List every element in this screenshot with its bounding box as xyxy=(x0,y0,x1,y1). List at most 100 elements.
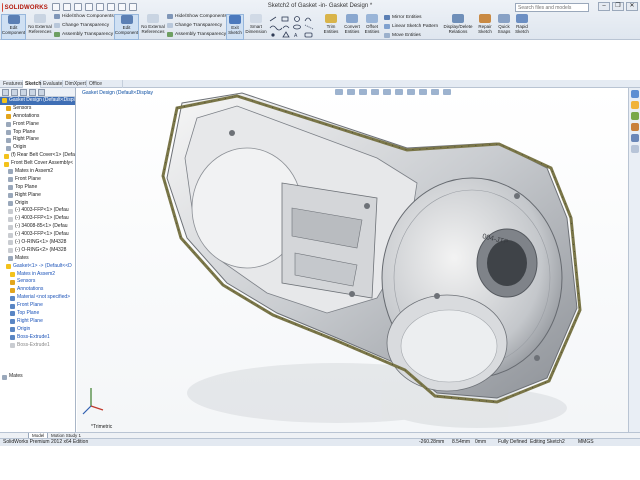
tree-item[interactable]: Front Plane xyxy=(0,176,75,184)
edition-text: SolidWorks Premium 2012 x64 Edition xyxy=(3,439,89,445)
feature-tree: Gasket Design (Default<Display Sensors Ann… xyxy=(0,97,75,381)
property-manager-icon[interactable] xyxy=(11,89,18,96)
tree-item[interactable]: Right Plane xyxy=(0,192,75,200)
tree-item[interactable]: Sensors xyxy=(0,105,75,113)
close-button[interactable]: ✕ xyxy=(626,2,638,11)
tree-item[interactable]: Boss-Extrude1 xyxy=(0,342,75,350)
tree-node-icon xyxy=(6,264,11,270)
feature-tree-icon[interactable] xyxy=(2,89,9,96)
assembly-transparency-button[interactable]: Assembly Transparency xyxy=(54,32,113,37)
move-entities-button[interactable]: Move Entities xyxy=(384,33,421,38)
tree-item[interactable]: Gasket<1> -> (Default<<D xyxy=(0,263,75,271)
tree-item[interactable]: Mates in Assem2 xyxy=(0,271,75,279)
tab-evaluate[interactable]: Evaluate xyxy=(41,80,63,88)
move-icon xyxy=(384,33,390,38)
dimxpert-manager-icon[interactable] xyxy=(29,89,36,96)
offset-entities-button[interactable]: Offset Entities xyxy=(362,14,382,40)
rapid-sketch-button[interactable]: Rapid Sketch xyxy=(513,14,531,40)
tree-item[interactable]: (-) 4003-FFP<1> (Defau xyxy=(0,215,75,223)
tree-item[interactable]: Annotations xyxy=(0,286,75,294)
tree-node-icon xyxy=(8,201,13,207)
tree-item[interactable]: Top Plane xyxy=(0,184,75,192)
quick-snaps-button[interactable]: Quick Snaps xyxy=(495,14,513,40)
change-transparency-button[interactable]: Change Transparency xyxy=(54,23,109,28)
tree-item-label: Top Plane xyxy=(13,128,36,135)
custom-properties-icon[interactable] xyxy=(630,145,639,153)
tree-node-icon xyxy=(8,240,13,246)
no-external-references-icon xyxy=(147,14,159,23)
linear-sketch-pattern-button[interactable]: Linear Sketch Pattern xyxy=(384,24,438,29)
edit-component-icon xyxy=(120,15,133,24)
trim-entities-button[interactable]: Trim Entities xyxy=(321,14,341,40)
display-manager-icon[interactable] xyxy=(38,89,45,96)
tree-item[interactable]: Right Plane xyxy=(0,318,75,326)
tree-item[interactable]: (-) 4003-FFP<1> (Defau xyxy=(0,207,75,215)
tree-item[interactable]: Mates xyxy=(0,373,75,381)
tree-item[interactable]: Origin xyxy=(0,326,75,334)
tree-item[interactable]: Gasket Design (Default<Display xyxy=(0,97,75,105)
tab-dimxpert[interactable]: DimXpert xyxy=(63,80,87,88)
tree-item-label: Mates xyxy=(9,373,23,380)
edit-component-button-2[interactable]: Edit Component xyxy=(114,14,139,40)
restore-button[interactable]: ❐ xyxy=(612,2,624,11)
tree-item[interactable] xyxy=(0,357,75,365)
z-coordinate: 0mm xyxy=(475,439,487,445)
minimize-button[interactable]: – xyxy=(598,2,610,11)
tree-item-label: (-) 4003-FFP<1> (Defau xyxy=(15,207,69,214)
no-external-references-button-2[interactable]: No External References xyxy=(141,14,165,40)
configuration-manager-icon[interactable] xyxy=(20,89,27,96)
tab-office-products[interactable]: Office Products xyxy=(87,80,123,95)
tree-item[interactable]: Material <not specified> xyxy=(0,294,75,302)
tree-item[interactable] xyxy=(0,350,75,358)
tree-node-icon xyxy=(8,224,13,230)
view-palette-icon[interactable] xyxy=(630,123,639,131)
tree-item[interactable]: Mates in Assem2 xyxy=(0,168,75,176)
tree-item[interactable]: Front Belt Cover Assembly< xyxy=(0,160,75,168)
tree-item[interactable]: (-) 34008-85<1> (Defau xyxy=(0,223,75,231)
tree-item[interactable]: Right Plane xyxy=(0,136,75,144)
tree-item[interactable]: Annotations xyxy=(0,113,75,121)
tree-item[interactable]: Origin xyxy=(0,200,75,208)
mirror-entities-button[interactable]: Mirror Entities xyxy=(384,15,422,20)
tree-item-label: Annotations xyxy=(17,286,44,293)
edit-component-button[interactable]: Edit Component xyxy=(1,14,26,40)
hide-show-components-button[interactable]: Hide/Show Components xyxy=(54,14,114,19)
repair-sketch-button[interactable]: Repair Sketch xyxy=(476,14,494,40)
appearances-icon[interactable] xyxy=(630,134,639,142)
tree-item-label: (-) O-RING<1> (M4328 xyxy=(15,239,67,246)
tree-item[interactable] xyxy=(0,365,75,373)
tree-item[interactable]: (f) Rear Belt Cover<1> (Defa xyxy=(0,152,75,160)
exit-sketch-button[interactable]: Exit Sketch xyxy=(226,14,244,40)
tree-item[interactable]: Boss-Extrude1 xyxy=(0,334,75,342)
hide-show-components-button-2[interactable]: Hide/Show Components xyxy=(167,14,227,19)
tree-item[interactable]: Sensors xyxy=(0,278,75,286)
editing-status: Editing Sketch2 xyxy=(530,439,565,445)
units-selector[interactable]: MMGS xyxy=(578,439,594,446)
file-explorer-icon[interactable] xyxy=(630,112,639,120)
smart-dimension-button[interactable]: Smart Dimension xyxy=(245,14,267,40)
assembly-transparency-button-2[interactable]: Assembly Transparency xyxy=(167,32,226,37)
tree-item[interactable]: Top Plane xyxy=(0,310,75,318)
change-transparency-button-2[interactable]: Change Transparency xyxy=(167,23,222,28)
tree-node-icon xyxy=(2,366,7,372)
tree-item[interactable]: Front Plane xyxy=(0,302,75,310)
tab-sketch[interactable]: Sketch xyxy=(23,80,41,88)
tab-features[interactable]: Features xyxy=(1,80,23,88)
display-delete-relations-button[interactable]: Display/Delete Relations xyxy=(442,14,474,40)
tree-item[interactable]: (-) O-RING<1> (M4328 xyxy=(0,239,75,247)
graphics-area[interactable]: Gasket Design (Default<Display 004-JTP *… xyxy=(77,88,628,432)
tree-item[interactable]: Front Plane xyxy=(0,121,75,129)
tree-item[interactable]: (-) O-RING<2> (M4328 xyxy=(0,247,75,255)
tree-item[interactable]: Top Plane xyxy=(0,129,75,137)
tree-item-label: Mates in Assem2 xyxy=(17,270,56,277)
convert-entities-button[interactable]: Convert Entities xyxy=(342,14,362,40)
search-input[interactable] xyxy=(515,3,589,12)
resources-icon[interactable] xyxy=(630,90,639,98)
tree-node-icon xyxy=(10,343,15,349)
tree-item[interactable]: Mates xyxy=(0,255,75,263)
sketch-entity-icons[interactable]: A xyxy=(269,16,319,39)
no-external-references-button[interactable]: No External References xyxy=(28,14,52,40)
design-library-icon[interactable] xyxy=(630,101,639,109)
tree-item[interactable]: Origin xyxy=(0,144,75,152)
tree-item[interactable]: (-) 4003-FFP<1> (Defau xyxy=(0,231,75,239)
